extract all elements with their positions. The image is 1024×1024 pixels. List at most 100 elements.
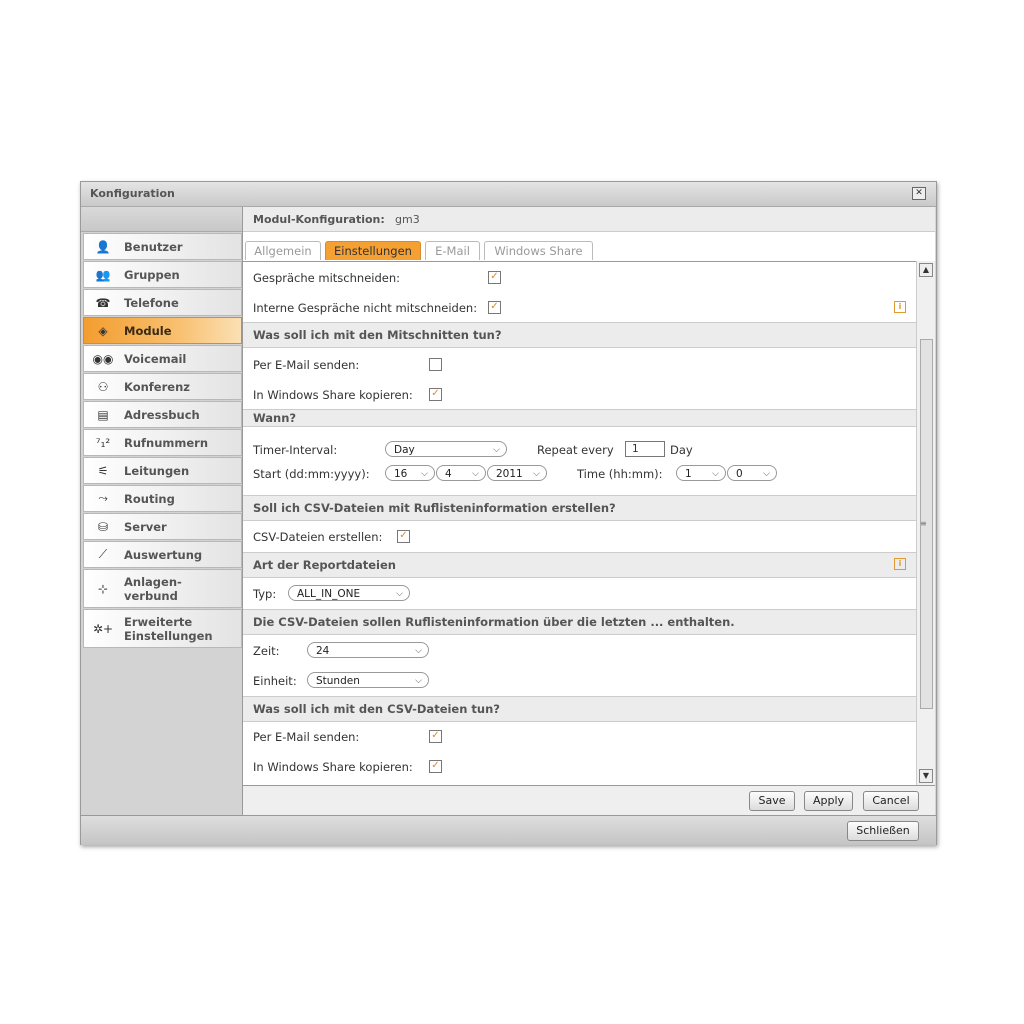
info-icon[interactable]: i bbox=[894, 558, 906, 570]
scroll-up-icon[interactable]: ▲ bbox=[919, 263, 933, 277]
chevron-down-icon: ⌵ bbox=[763, 469, 770, 479]
share-checkbox[interactable]: ✓ bbox=[429, 388, 442, 401]
section-title: Was soll ich mit den CSV-Dateien tun? bbox=[253, 702, 500, 716]
sidebar-item-label: Rufnummern bbox=[124, 435, 209, 450]
grip-icon: ≡ bbox=[920, 519, 927, 528]
chevron-down-icon: ⌵ bbox=[472, 469, 479, 479]
email-csv-checkbox[interactable]: ✓ bbox=[429, 730, 442, 743]
sidebar-item-label: Adressbuch bbox=[124, 407, 200, 422]
module-header-label: Modul-Konfiguration: bbox=[253, 213, 385, 226]
tab-email[interactable]: E-Mail bbox=[425, 241, 480, 260]
info-icon[interactable]: i bbox=[894, 301, 906, 313]
zeit-select[interactable]: 24 ⌵ bbox=[307, 642, 429, 658]
sidebar-item-telefone[interactable]: ☎ Telefone bbox=[83, 289, 242, 316]
sidebar-item-label: Telefone bbox=[124, 295, 179, 310]
network-icon: ⊹ bbox=[97, 581, 109, 596]
zeit-label: Zeit: bbox=[253, 644, 280, 658]
section-header: Wann? bbox=[243, 409, 916, 427]
phone-icon: ☎ bbox=[95, 295, 111, 310]
typ-label: Typ: bbox=[253, 587, 277, 601]
tab-windows-share[interactable]: Windows Share bbox=[484, 241, 593, 260]
share-csv-checkbox[interactable]: ✓ bbox=[429, 760, 442, 773]
chevron-down-icon: ⌵ bbox=[396, 589, 403, 599]
typ-value: ALL_IN_ONE bbox=[297, 588, 361, 600]
section-header: Art der Reportdateien i bbox=[243, 552, 916, 578]
sidebar-item-server[interactable]: ⛁ Server bbox=[83, 513, 242, 540]
form-footer: Save Apply Cancel bbox=[243, 785, 935, 816]
chevron-down-icon: ⌵ bbox=[712, 469, 719, 479]
sidebar-item-label: Leitungen bbox=[124, 463, 190, 478]
address-book-icon: ▤ bbox=[97, 407, 109, 422]
sidebar-item-konferenz[interactable]: ⚇ Konferenz bbox=[83, 373, 242, 400]
tab-einstellungen[interactable]: Einstellungen bbox=[325, 241, 421, 260]
close-icon[interactable]: ✕ bbox=[912, 187, 926, 200]
sidebar-item-benutzer[interactable]: 👤 Benutzer bbox=[83, 233, 242, 260]
start-day-select[interactable]: 16 ⌵ bbox=[385, 465, 435, 481]
sidebar-item-label: Voicemail bbox=[124, 351, 187, 366]
einheit-label: Einheit: bbox=[253, 674, 297, 688]
sidebar-item-voicemail[interactable]: ◉◉ Voicemail bbox=[83, 345, 242, 372]
sidebar-item-gruppen[interactable]: 👥 Gruppen bbox=[83, 261, 242, 288]
einheit-value: Stunden bbox=[316, 675, 360, 687]
vertical-scrollbar[interactable]: ▲ ≡ ▼ bbox=[916, 261, 935, 785]
sidebar-item-auswertung[interactable]: ⟋ Auswertung bbox=[83, 541, 242, 568]
settings-form: Gespräche mitschneiden: ✓ Interne Gesprä… bbox=[243, 261, 916, 786]
tab-allgemein[interactable]: Allgemein bbox=[245, 241, 321, 260]
sidebar-item-label: Server bbox=[124, 519, 167, 534]
line-plug-icon: ⚟ bbox=[97, 463, 109, 478]
section-title: Art der Reportdateien bbox=[253, 558, 396, 572]
start-day-value: 16 bbox=[394, 468, 408, 480]
time-hour-select[interactable]: 1 ⌵ bbox=[676, 465, 726, 481]
chevron-down-icon: ⌵ bbox=[415, 676, 422, 686]
timer-interval-select[interactable]: Day ⌵ bbox=[385, 441, 507, 457]
section-title: Die CSV-Dateien sollen Ruflisteninformat… bbox=[253, 615, 735, 629]
sidebar-item-label: Gruppen bbox=[124, 267, 180, 282]
chevron-down-icon: ⌵ bbox=[493, 445, 500, 455]
sidebar-header bbox=[81, 207, 242, 232]
numbers-icon: ⁷₁² bbox=[95, 435, 111, 450]
label-line-1: Erweiterte bbox=[124, 614, 193, 629]
sidebar-item-rufnummern[interactable]: ⁷₁² Rufnummern bbox=[83, 429, 242, 456]
timer-interval-value: Day bbox=[394, 444, 415, 456]
sidebar-item-label: Auswertung bbox=[124, 547, 203, 562]
section-header: Soll ich CSV-Dateien mit Ruflisteninform… bbox=[243, 495, 916, 521]
sidebar-item-anlagenverbund[interactable]: ⊹ Anlagen- verbund bbox=[83, 569, 242, 608]
repeat-input[interactable]: 1 bbox=[625, 441, 665, 457]
start-year-select[interactable]: 2011 ⌵ bbox=[487, 465, 547, 481]
save-button[interactable]: Save bbox=[749, 791, 795, 811]
scroll-down-icon[interactable]: ▼ bbox=[919, 769, 933, 783]
module-header: Modul-Konfiguration: gm3 bbox=[243, 207, 935, 232]
chevron-down-icon: ⌵ bbox=[533, 469, 540, 479]
record-calls-checkbox[interactable]: ✓ bbox=[488, 271, 501, 284]
email-checkbox[interactable] bbox=[429, 358, 442, 371]
sidebar-item-erweiterte-einstellungen[interactable]: ✲+ Erweiterte Einstellungen bbox=[83, 609, 242, 648]
user-icon: 👤 bbox=[95, 239, 111, 254]
chart-icon: ⟋ bbox=[98, 547, 108, 561]
sidebar-item-label: Erweiterte Einstellungen bbox=[124, 615, 213, 643]
title-bar: Konfiguration ✕ bbox=[81, 182, 936, 207]
close-button[interactable]: Schließen bbox=[847, 821, 919, 841]
label-line-1: Anlagen- bbox=[124, 574, 182, 589]
sidebar-item-routing[interactable]: ⤳ Routing bbox=[83, 485, 242, 512]
start-month-select[interactable]: 4 ⌵ bbox=[436, 465, 486, 481]
no-internal-checkbox[interactable]: ✓ bbox=[488, 301, 501, 314]
time-hour-value: 1 bbox=[685, 468, 692, 480]
apply-button[interactable]: Apply bbox=[804, 791, 853, 811]
einheit-select[interactable]: Stunden ⌵ bbox=[307, 672, 429, 688]
section-header: Was soll ich mit den Mitschnitten tun? bbox=[243, 322, 916, 348]
sidebar-item-module[interactable]: ◈ Module bbox=[83, 317, 242, 344]
sidebar-item-adressbuch[interactable]: ▤ Adressbuch bbox=[83, 401, 242, 428]
main-panel: Modul-Konfiguration: gm3 Allgemein Einst… bbox=[243, 207, 935, 816]
time-minute-select[interactable]: 0 ⌵ bbox=[727, 465, 777, 481]
sidebar-item-label: Benutzer bbox=[124, 239, 183, 254]
server-icon: ⛁ bbox=[97, 519, 109, 534]
no-internal-label: Interne Gespräche nicht mitschneiden: bbox=[253, 301, 478, 315]
sidebar-item-leitungen[interactable]: ⚟ Leitungen bbox=[83, 457, 242, 484]
window-title: Konfiguration bbox=[90, 187, 175, 200]
typ-select[interactable]: ALL_IN_ONE ⌵ bbox=[288, 585, 410, 601]
csv-create-checkbox[interactable]: ✓ bbox=[397, 530, 410, 543]
section-title: Wann? bbox=[253, 411, 297, 425]
time-minute-value: 0 bbox=[736, 468, 743, 480]
section-header: Was soll ich mit den CSV-Dateien tun? bbox=[243, 696, 916, 722]
cancel-button[interactable]: Cancel bbox=[863, 791, 919, 811]
